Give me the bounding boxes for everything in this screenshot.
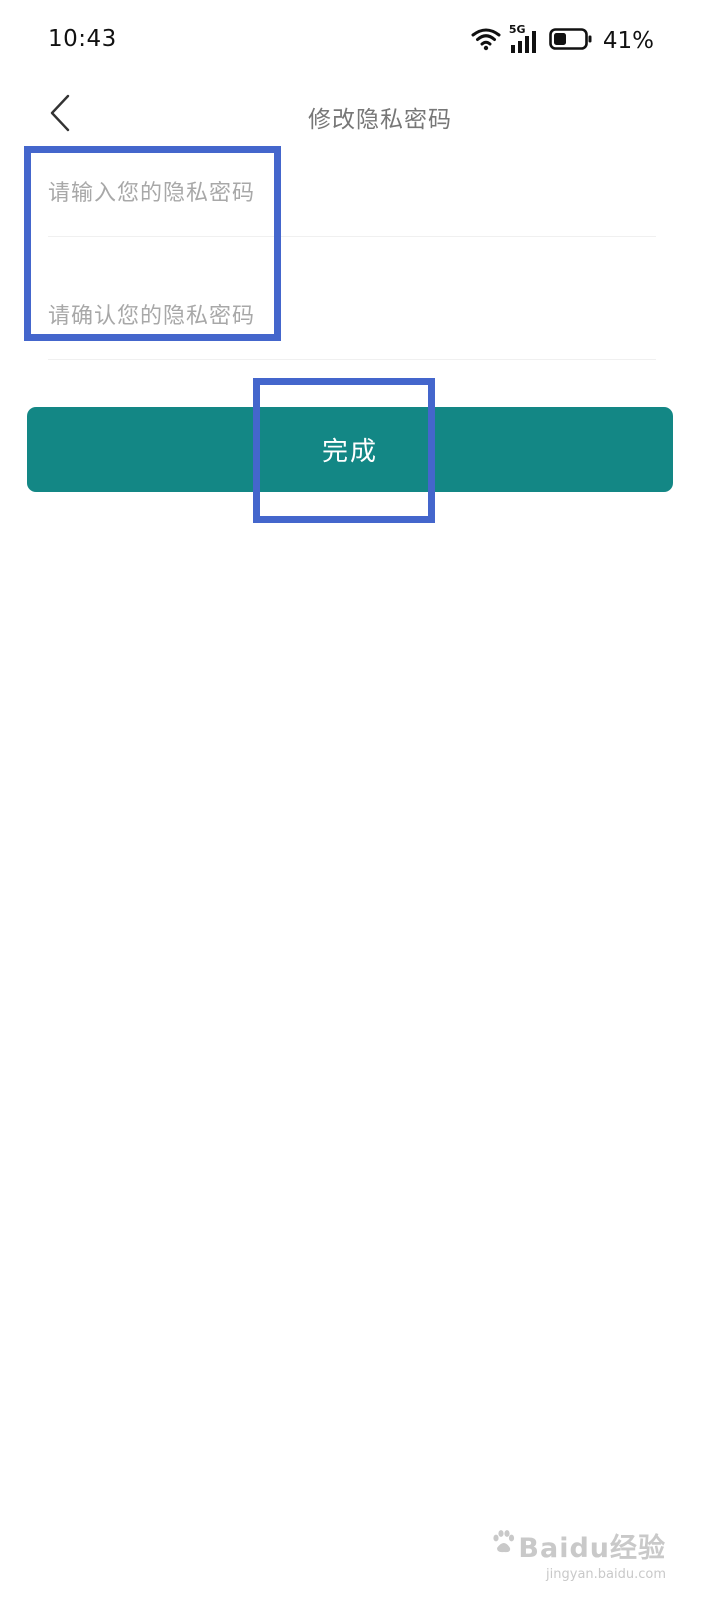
password-input[interactable] [48, 150, 656, 236]
paw-icon [490, 1529, 516, 1562]
confirm-password-input[interactable] [48, 273, 656, 359]
watermark-url: jingyan.baidu.com [546, 1567, 666, 1582]
signal-icon: 5G [509, 23, 541, 55]
page-title: 修改隐私密码 [308, 107, 452, 133]
status-bar: 10:43 5G 41% [0, 0, 716, 80]
watermark-logo: Baidu经验 [490, 1526, 666, 1565]
page-header: 修改隐私密码 [0, 80, 716, 150]
done-button[interactable]: 完成 [27, 407, 673, 492]
password-field-row [48, 150, 656, 237]
status-icons: 5G 41% [471, 23, 654, 56]
battery-icon [549, 27, 593, 55]
watermark-brand: Baidu经验 [518, 1533, 666, 1564]
watermark: Baidu经验 jingyan.baidu.com [490, 1526, 666, 1582]
battery-percent: 41% [602, 28, 654, 54]
confirm-password-field-row [48, 273, 656, 360]
status-time: 10:43 [48, 26, 117, 52]
wifi-icon [471, 27, 501, 55]
